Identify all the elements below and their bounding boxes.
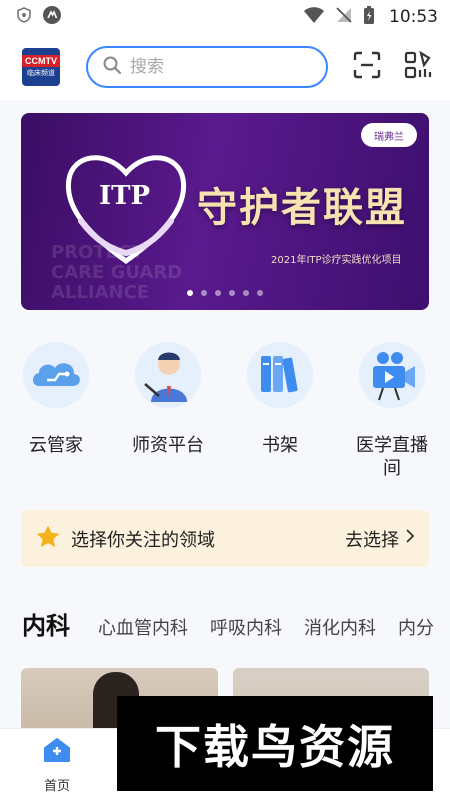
logo-text-top: CCMTV	[22, 55, 60, 67]
quick-link-bookshelf[interactable]: 书架	[224, 340, 336, 480]
qr-code-icon[interactable]	[404, 50, 432, 84]
tab-gastroenterology[interactable]: 消化内科	[304, 614, 376, 640]
status-bar: 10:53	[0, 0, 450, 34]
quick-link-teacher-platform[interactable]: 师资平台	[112, 340, 224, 480]
focus-area-select-button[interactable]: 去选择	[345, 526, 415, 552]
shield-status-icon	[16, 7, 32, 27]
tab-respiratory[interactable]: 呼吸内科	[210, 614, 282, 640]
focus-area-text: 选择你关注的领域	[71, 529, 215, 551]
quick-link-label: 医学直播间	[356, 435, 428, 479]
carousel-dot[interactable]	[201, 290, 207, 296]
quick-link-label: 书架	[262, 435, 298, 456]
banner-subtitle: 2021年ITP诊疗实践优化项目	[271, 255, 402, 266]
nav-home[interactable]: 首页	[30, 737, 84, 794]
search-input[interactable]	[130, 57, 300, 77]
search-box[interactable]	[86, 46, 328, 88]
chevron-right-icon	[405, 528, 415, 549]
sponsor-badge: 瑞弗兰	[361, 123, 417, 147]
focus-action-label: 去选择	[345, 529, 399, 551]
banner-title: 守护者联盟	[197, 184, 407, 231]
battery-icon	[363, 5, 375, 29]
bookshelf-icon	[245, 340, 315, 410]
focus-area-bar[interactable]: 选择你关注的领域 去选择	[21, 510, 429, 567]
tab-cardiology[interactable]: 心血管内科	[98, 614, 188, 640]
top-bar: CCMTV 临床频道	[0, 34, 450, 100]
carousel-dot[interactable]	[257, 290, 263, 296]
carousel-dots	[21, 290, 429, 296]
wifi-icon	[303, 6, 325, 28]
search-icon	[102, 55, 122, 79]
no-signal-icon	[335, 6, 353, 28]
promo-banner[interactable]: PROTECT CARE GUARD ALLIANCE ITP 瑞弗兰 守护者联…	[21, 113, 429, 310]
quick-link-label: 云管家	[29, 435, 83, 456]
quick-link-cloud-manager[interactable]: 云管家	[0, 340, 112, 480]
logo-text-bottom: 临床频道	[27, 69, 55, 77]
watermark-text: 下载鸟资源	[155, 719, 395, 774]
tab-internal-medicine[interactable]: 内科	[22, 606, 70, 641]
cloud-icon	[21, 340, 91, 410]
nav-home-label: 首页	[43, 779, 70, 794]
app-logo[interactable]: CCMTV 临床频道	[22, 48, 60, 86]
heart-text: ITP	[99, 181, 151, 211]
quick-link-medical-live[interactable]: 医学直播间	[336, 340, 448, 480]
scan-icon[interactable]	[352, 50, 382, 84]
carousel-dot[interactable]	[215, 290, 221, 296]
quick-links: 云管家 师资平台 书架 医学直播间	[0, 340, 450, 480]
app-status-icon	[42, 5, 62, 29]
status-time: 10:53	[389, 7, 438, 27]
video-camera-icon	[357, 340, 427, 410]
carousel-dot[interactable]	[243, 290, 249, 296]
category-tabs: 内科 心血管内科 呼吸内科 消化内科 内分	[22, 606, 450, 641]
quick-link-label: 师资平台	[132, 435, 204, 456]
carousel-dot[interactable]	[229, 290, 235, 296]
teacher-icon	[133, 340, 203, 410]
watermark-overlay: 下载鸟资源	[117, 696, 433, 791]
star-icon	[35, 524, 61, 554]
heart-logo: ITP	[61, 141, 191, 275]
carousel-dot[interactable]	[187, 290, 193, 296]
home-icon	[43, 737, 71, 767]
tab-endocrinology[interactable]: 内分	[398, 614, 434, 640]
